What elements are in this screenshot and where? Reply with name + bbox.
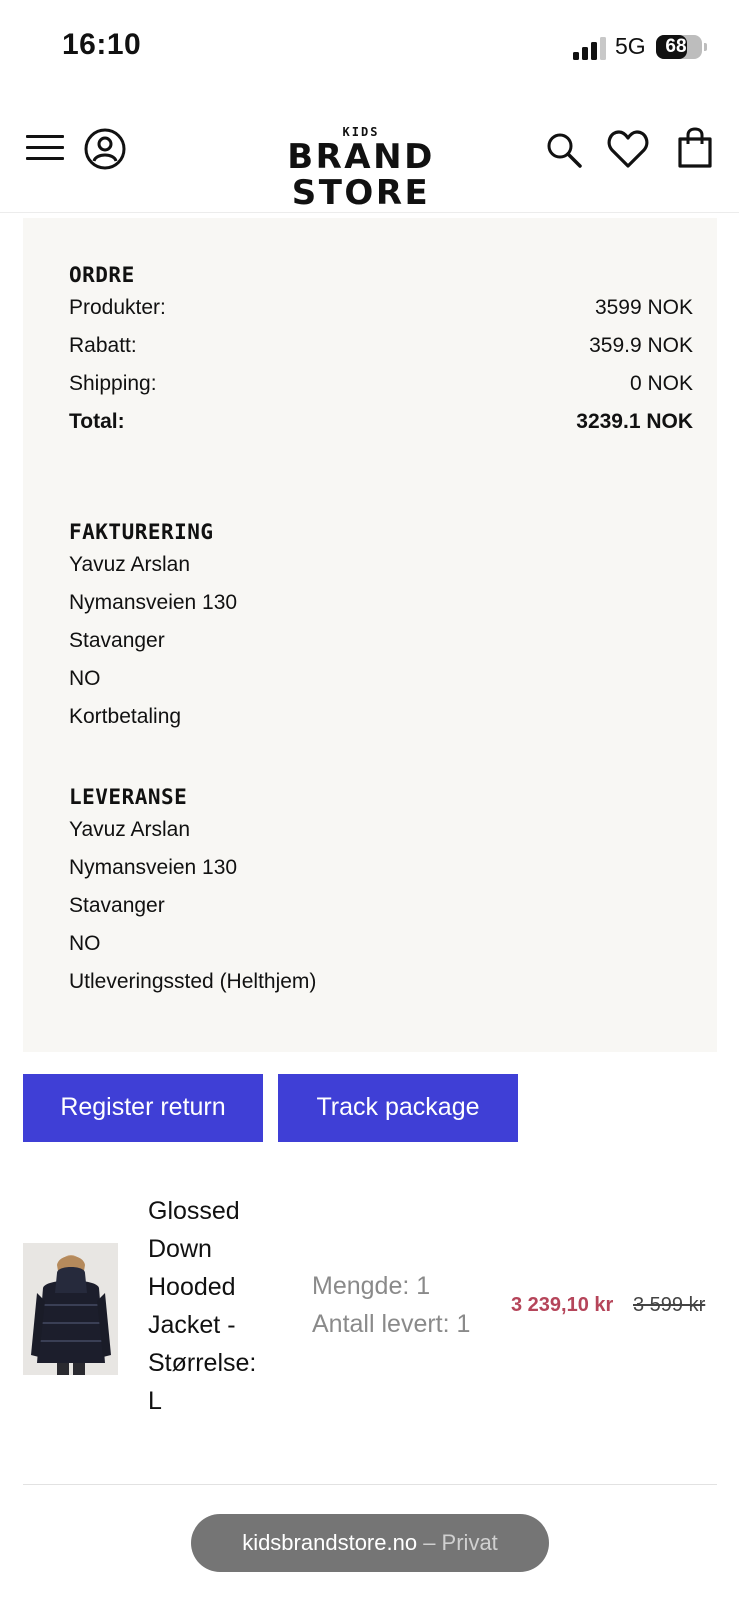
track-package-button[interactable]: Track package xyxy=(278,1074,518,1142)
brand-logo[interactable]: KIDS BRAND STORE xyxy=(228,125,494,211)
battery-percent: 68 xyxy=(665,36,687,57)
status-time: 16:10 xyxy=(62,28,142,61)
browser-url-bar[interactable]: kidsbrandstore.no – Privat xyxy=(191,1514,549,1572)
billing-line: Nymansveien 130 xyxy=(69,591,238,614)
menu-icon[interactable] xyxy=(26,133,64,163)
signal-icon xyxy=(573,36,607,60)
order-row-products: Produkter: 3599 NOK xyxy=(69,296,693,319)
delivery-line: Yavuz Arslan xyxy=(69,818,191,841)
jacket-image xyxy=(23,1243,118,1375)
product-price: 3 239,10 kr xyxy=(511,1294,614,1316)
delivery-line: Utleveringssted (Helthjem) xyxy=(69,970,317,993)
product-original-price: 3 599 kr xyxy=(633,1294,706,1316)
product-quantity: Mengde: 1 Antall levert: 1 xyxy=(312,1267,470,1343)
order-row-shipping: Shipping: 0 NOK xyxy=(69,372,693,395)
delivered-label: Antall levert: 1 xyxy=(312,1310,471,1338)
page: 16:10 5G 68 KIDS BRAND STORE ORDRE Produ… xyxy=(0,0,739,1600)
account-icon[interactable] xyxy=(84,128,126,170)
battery-icon: 68 xyxy=(656,35,707,59)
delivery-line: NO xyxy=(69,932,101,955)
divider xyxy=(23,1484,717,1485)
order-title: ORDRE xyxy=(69,263,135,287)
delivery-line: Nymansveien 130 xyxy=(69,856,238,879)
billing-line: Kortbetaling xyxy=(69,705,182,728)
order-summary: ORDRE Produkter: 3599 NOK Rabatt: 359.9 … xyxy=(23,218,717,1052)
logo-brand: BRAND STORE xyxy=(287,137,435,213)
site-header: KIDS BRAND STORE xyxy=(0,95,739,213)
billing-line: Stavanger xyxy=(69,629,165,652)
delivery-line: Stavanger xyxy=(69,894,165,917)
product-name[interactable]: Glossed Down Hooded Jacket - Størrelse: … xyxy=(148,1192,288,1420)
url-domain: kidsbrandstore.no xyxy=(242,1530,418,1555)
product-image[interactable] xyxy=(23,1243,118,1375)
private-mode-label: – Privat xyxy=(423,1530,498,1555)
order-row-total: Total: 3239.1 NOK xyxy=(69,410,693,433)
delivery-title: LEVERANSE xyxy=(69,785,188,809)
bag-icon[interactable] xyxy=(677,127,713,169)
register-return-button[interactable]: Register return xyxy=(23,1074,263,1142)
search-icon[interactable] xyxy=(546,132,582,168)
quantity-label: Mengde: 1 xyxy=(312,1272,431,1300)
order-row-discount: Rabatt: 359.9 NOK xyxy=(69,334,693,357)
billing-line: Yavuz Arslan xyxy=(69,553,191,576)
network-label: 5G xyxy=(615,33,646,59)
billing-title: FAKTURERING xyxy=(69,520,214,544)
status-bar: 16:10 5G 68 xyxy=(0,0,739,95)
billing-line: NO xyxy=(69,667,101,690)
heart-icon[interactable] xyxy=(607,129,649,169)
